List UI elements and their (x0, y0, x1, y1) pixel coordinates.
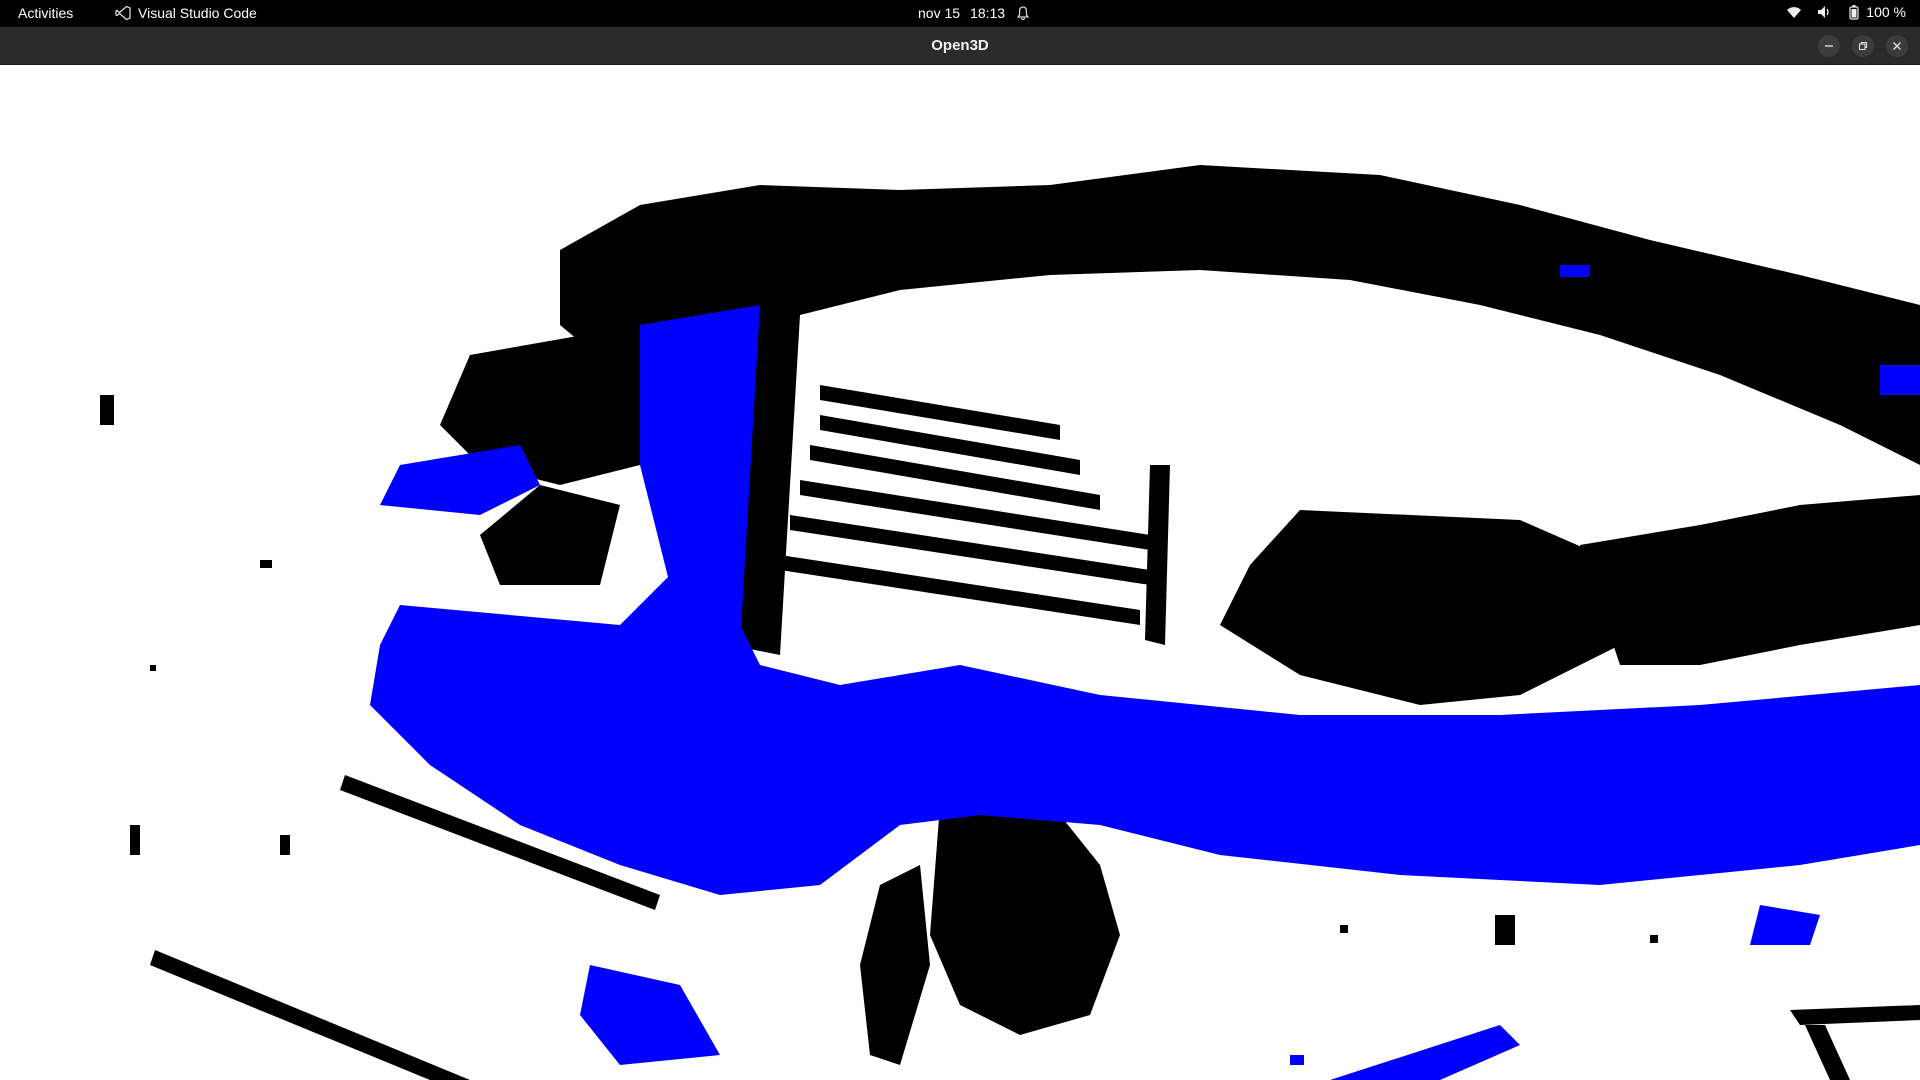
close-icon (1893, 42, 1901, 50)
battery-icon (1849, 5, 1859, 20)
system-status[interactable]: 100 % (1786, 4, 1906, 20)
bell-icon (1016, 6, 1030, 21)
top-bar: Activities Visual Studio Code nov 15 18:… (0, 0, 1920, 27)
window-title: Open3D (931, 37, 989, 54)
point-cloud[interactable] (0, 65, 1920, 1080)
minimize-button[interactable] (1818, 35, 1840, 57)
structure-points (100, 165, 1920, 1080)
maximize-icon (1858, 41, 1868, 51)
activities-button[interactable]: Activities (18, 5, 73, 21)
clock[interactable]: nov 15 18:13 (918, 5, 1031, 21)
volume-icon (1818, 6, 1829, 18)
open3d-viewport[interactable] (0, 65, 1920, 1080)
time-label: 18:13 (970, 5, 1006, 21)
maximize-button[interactable] (1852, 35, 1874, 57)
date-label: nov 15 (918, 5, 961, 21)
close-button[interactable] (1886, 35, 1908, 57)
app-name: Visual Studio Code (138, 5, 257, 21)
minimize-icon (1825, 45, 1833, 47)
window-titlebar[interactable]: Open3D (0, 27, 1920, 65)
wifi-icon (1787, 7, 1802, 18)
battery-label: 100 % (1866, 4, 1906, 20)
vscode-icon (115, 5, 131, 21)
app-menu[interactable]: Visual Studio Code (115, 5, 257, 21)
